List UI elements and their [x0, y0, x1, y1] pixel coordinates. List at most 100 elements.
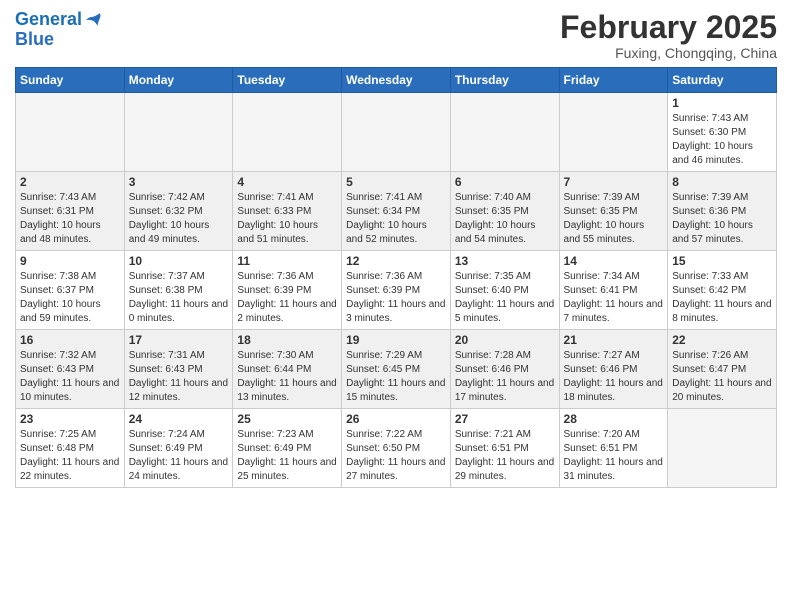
day-number: 19	[346, 333, 446, 347]
weekday-header-monday: Monday	[124, 68, 233, 93]
day-number: 20	[455, 333, 555, 347]
calendar-day-cell: 24 Sunrise: 7:24 AM Sunset: 6:49 PM Dayli…	[124, 409, 233, 488]
day-info: Sunrise: 7:36 AM Sunset: 6:39 PM Dayligh…	[237, 270, 337, 326]
calendar-day-cell	[559, 93, 668, 172]
day-number: 12	[346, 254, 446, 268]
calendar-day-cell: 23 Sunrise: 7:25 AM Sunset: 6:48 PM Dayli…	[16, 409, 125, 488]
calendar-week-row: 2 Sunrise: 7:43 AM Sunset: 6:31 PM Daylig…	[16, 172, 777, 251]
day-info: Sunrise: 7:41 AM Sunset: 6:34 PM Dayligh…	[346, 191, 446, 247]
calendar-week-row: 16 Sunrise: 7:32 AM Sunset: 6:43 PM Dayli…	[16, 330, 777, 409]
day-number: 28	[564, 412, 664, 426]
calendar-day-cell: 22 Sunrise: 7:26 AM Sunset: 6:47 PM Dayli…	[668, 330, 777, 409]
day-number: 4	[237, 175, 337, 189]
day-info: Sunrise: 7:42 AM Sunset: 6:32 PM Dayligh…	[129, 191, 229, 247]
day-info: Sunrise: 7:38 AM Sunset: 6:37 PM Dayligh…	[20, 270, 120, 326]
header: General Blue February 2025 Fuxing, Chong…	[15, 10, 777, 61]
day-number: 15	[672, 254, 772, 268]
day-number: 8	[672, 175, 772, 189]
day-info: Sunrise: 7:29 AM Sunset: 6:45 PM Dayligh…	[346, 349, 446, 405]
calendar-day-cell: 26 Sunrise: 7:22 AM Sunset: 6:50 PM Dayli…	[342, 409, 451, 488]
day-info: Sunrise: 7:43 AM Sunset: 6:31 PM Dayligh…	[20, 191, 120, 247]
day-info: Sunrise: 7:40 AM Sunset: 6:35 PM Dayligh…	[455, 191, 555, 247]
day-number: 9	[20, 254, 120, 268]
day-number: 6	[455, 175, 555, 189]
calendar-week-row: 1Sunrise: 7:43 AM Sunset: 6:30 PM Daylig…	[16, 93, 777, 172]
calendar-day-cell	[233, 93, 342, 172]
logo-blue: Blue	[15, 29, 54, 49]
day-info: Sunrise: 7:22 AM Sunset: 6:50 PM Dayligh…	[346, 428, 446, 484]
calendar-day-cell: 9 Sunrise: 7:38 AM Sunset: 6:37 PM Daylig…	[16, 251, 125, 330]
day-number: 26	[346, 412, 446, 426]
page: General Blue February 2025 Fuxing, Chong…	[0, 0, 792, 612]
day-number: 2	[20, 175, 120, 189]
logo-text: General	[15, 10, 82, 30]
day-info: Sunrise: 7:41 AM Sunset: 6:33 PM Dayligh…	[237, 191, 337, 247]
day-number: 27	[455, 412, 555, 426]
calendar-day-cell: 16 Sunrise: 7:32 AM Sunset: 6:43 PM Dayli…	[16, 330, 125, 409]
logo-general: General	[15, 9, 82, 29]
calendar-week-row: 9 Sunrise: 7:38 AM Sunset: 6:37 PM Daylig…	[16, 251, 777, 330]
calendar-day-cell: 12 Sunrise: 7:36 AM Sunset: 6:39 PM Dayli…	[342, 251, 451, 330]
cal-title: February 2025	[560, 10, 777, 45]
day-info: Sunrise: 7:20 AM Sunset: 6:51 PM Dayligh…	[564, 428, 664, 484]
day-number: 7	[564, 175, 664, 189]
calendar-day-cell: 20 Sunrise: 7:28 AM Sunset: 6:46 PM Dayli…	[450, 330, 559, 409]
weekday-header-saturday: Saturday	[668, 68, 777, 93]
weekday-header-wednesday: Wednesday	[342, 68, 451, 93]
day-info: Sunrise: 7:30 AM Sunset: 6:44 PM Dayligh…	[237, 349, 337, 405]
day-number: 25	[237, 412, 337, 426]
day-number: 22	[672, 333, 772, 347]
day-number: 5	[346, 175, 446, 189]
calendar-day-cell: 15Sunrise: 7:33 AM Sunset: 6:42 PM Dayli…	[668, 251, 777, 330]
calendar-day-cell: 10 Sunrise: 7:37 AM Sunset: 6:38 PM Dayli…	[124, 251, 233, 330]
day-info: Sunrise: 7:28 AM Sunset: 6:46 PM Dayligh…	[455, 349, 555, 405]
calendar-day-cell: 14 Sunrise: 7:34 AM Sunset: 6:41 PM Dayli…	[559, 251, 668, 330]
day-number: 14	[564, 254, 664, 268]
calendar-day-cell: 17 Sunrise: 7:31 AM Sunset: 6:43 PM Dayli…	[124, 330, 233, 409]
logo-bird-icon	[84, 11, 102, 29]
day-info: Sunrise: 7:27 AM Sunset: 6:46 PM Dayligh…	[564, 349, 664, 405]
calendar-day-cell: 3 Sunrise: 7:42 AM Sunset: 6:32 PM Daylig…	[124, 172, 233, 251]
weekday-header-sunday: Sunday	[16, 68, 125, 93]
calendar-day-cell: 6 Sunrise: 7:40 AM Sunset: 6:35 PM Daylig…	[450, 172, 559, 251]
day-number: 11	[237, 254, 337, 268]
day-number: 17	[129, 333, 229, 347]
calendar-day-cell: 7 Sunrise: 7:39 AM Sunset: 6:35 PM Daylig…	[559, 172, 668, 251]
day-number: 3	[129, 175, 229, 189]
calendar-day-cell: 13Sunrise: 7:35 AM Sunset: 6:40 PM Dayli…	[450, 251, 559, 330]
logo: General Blue	[15, 10, 102, 50]
day-info: Sunrise: 7:39 AM Sunset: 6:35 PM Dayligh…	[564, 191, 664, 247]
day-number: 24	[129, 412, 229, 426]
day-info: Sunrise: 7:24 AM Sunset: 6:49 PM Dayligh…	[129, 428, 229, 484]
calendar-week-row: 23 Sunrise: 7:25 AM Sunset: 6:48 PM Dayli…	[16, 409, 777, 488]
calendar-day-cell: 4 Sunrise: 7:41 AM Sunset: 6:33 PM Daylig…	[233, 172, 342, 251]
calendar-day-cell: 5 Sunrise: 7:41 AM Sunset: 6:34 PM Daylig…	[342, 172, 451, 251]
day-info: Sunrise: 7:32 AM Sunset: 6:43 PM Dayligh…	[20, 349, 120, 405]
day-info: Sunrise: 7:26 AM Sunset: 6:47 PM Dayligh…	[672, 349, 772, 405]
day-info: Sunrise: 7:21 AM Sunset: 6:51 PM Dayligh…	[455, 428, 555, 484]
calendar-day-cell	[450, 93, 559, 172]
day-number: 1	[672, 96, 772, 110]
calendar-day-cell: 27 Sunrise: 7:21 AM Sunset: 6:51 PM Dayli…	[450, 409, 559, 488]
day-number: 23	[20, 412, 120, 426]
calendar-day-cell: 28 Sunrise: 7:20 AM Sunset: 6:51 PM Dayli…	[559, 409, 668, 488]
day-number: 10	[129, 254, 229, 268]
calendar-day-cell	[16, 93, 125, 172]
title-block: February 2025 Fuxing, Chongqing, China	[560, 10, 777, 61]
day-number: 13	[455, 254, 555, 268]
day-info: Sunrise: 7:37 AM Sunset: 6:38 PM Dayligh…	[129, 270, 229, 326]
calendar-day-cell: 8Sunrise: 7:39 AM Sunset: 6:36 PM Daylig…	[668, 172, 777, 251]
calendar-day-cell: 11 Sunrise: 7:36 AM Sunset: 6:39 PM Dayli…	[233, 251, 342, 330]
day-info: Sunrise: 7:31 AM Sunset: 6:43 PM Dayligh…	[129, 349, 229, 405]
calendar-day-cell: 25 Sunrise: 7:23 AM Sunset: 6:49 PM Dayli…	[233, 409, 342, 488]
day-info: Sunrise: 7:36 AM Sunset: 6:39 PM Dayligh…	[346, 270, 446, 326]
weekday-header-friday: Friday	[559, 68, 668, 93]
calendar-day-cell	[668, 409, 777, 488]
day-info: Sunrise: 7:23 AM Sunset: 6:49 PM Dayligh…	[237, 428, 337, 484]
calendar-day-cell: 21Sunrise: 7:27 AM Sunset: 6:46 PM Dayli…	[559, 330, 668, 409]
calendar-day-cell	[124, 93, 233, 172]
cal-subtitle: Fuxing, Chongqing, China	[560, 45, 777, 61]
day-info: Sunrise: 7:25 AM Sunset: 6:48 PM Dayligh…	[20, 428, 120, 484]
day-number: 16	[20, 333, 120, 347]
day-info: Sunrise: 7:34 AM Sunset: 6:41 PM Dayligh…	[564, 270, 664, 326]
